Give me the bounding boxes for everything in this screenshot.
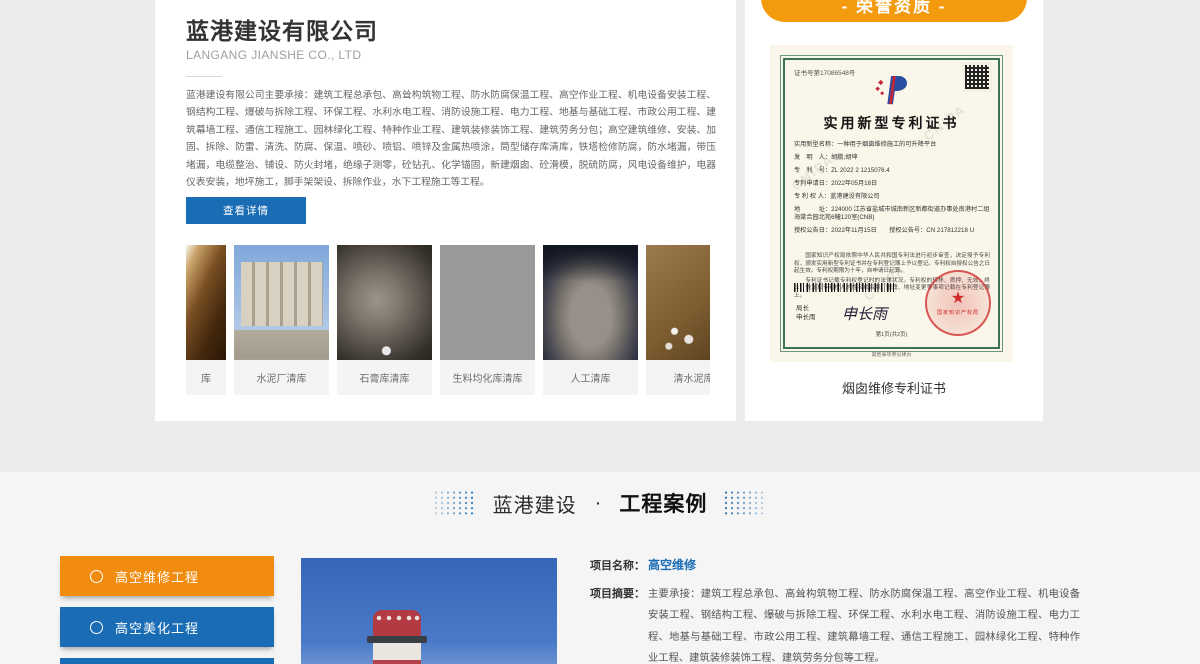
cnipa-logo-icon <box>873 75 911 110</box>
cert-field: 专利申请日：2022年05月18日 <box>794 180 990 188</box>
divider <box>186 76 222 77</box>
carousel-item[interactable]: 人工清库 <box>543 245 638 395</box>
project-carousel: 库 水泥厂清库 石膏库清库 生料均化库清库 人工清库 <box>186 245 710 395</box>
section-heading: 蓝港建设 · 工程案例 <box>0 488 1200 518</box>
carousel-caption: 清水泥库 <box>646 360 710 395</box>
carousel-item[interactable]: 清水泥库 <box>646 245 710 395</box>
chimney-white-band <box>373 643 421 660</box>
chimney-red-band <box>373 660 421 664</box>
dots-decoration-left-icon <box>433 490 477 516</box>
case-info: 项目名称： 高空维修 项目摘要： 主要承接：建筑工程总承包、高耸构筑物工程、防水… <box>590 556 1156 664</box>
cert-field: 专 利 权 人：蓝港建设有限公司 <box>794 193 990 201</box>
page: 蓝港建设有限公司 LANGANG JIANSHE CO., LTD 蓝港建设有限… <box>0 0 1200 664</box>
carousel-caption: 生料均化库清库 <box>440 360 535 395</box>
carousel-caption: 库 <box>186 360 226 395</box>
carousel-item[interactable]: 水泥厂清库 <box>234 245 329 395</box>
company-title: 蓝港建设有限公司 <box>186 12 378 46</box>
chimney-platform-ring <box>367 636 427 643</box>
carousel-item[interactable]: 生料均化库清库 <box>440 245 535 395</box>
tab-third-partial[interactable] <box>60 658 274 664</box>
project-name-row: 项目名称： 高空维修 <box>590 556 1156 573</box>
certificate-number: 证书号第17086548号 <box>794 67 855 77</box>
patent-certificate-image[interactable]: CNIPA CNIPA CNIPA 证书号第17086548号 实用新型专利证书… <box>770 45 1013 362</box>
project-name-label: 项目名称： <box>590 557 648 573</box>
case-chimney-photo[interactable] <box>301 558 557 664</box>
tab-high-altitude-repair[interactable]: 高空维修工程 <box>60 556 274 596</box>
honor-qualification-button[interactable]: - 荣誉资质 - <box>761 0 1027 22</box>
heading-cases: 工程案例 <box>619 488 707 518</box>
project-cases-section: 蓝港建设 · 工程案例 高空维修工程 高空美化工程 <box>0 472 1200 664</box>
cert-field: 地 址：224000 江苏省盐城市城南新区新都街道办事处南港村二组海棠合园北苑6… <box>794 206 990 222</box>
manual-cleaning-image <box>543 245 638 360</box>
radio-circle-icon <box>90 570 103 583</box>
director-block: 局长 申长雨 <box>796 304 816 322</box>
gypsum-silo-image <box>337 245 432 360</box>
qr-code-icon <box>965 65 989 89</box>
carousel-caption: 石膏库清库 <box>337 360 432 395</box>
certificate-page-number: 第1页(共2页) <box>770 330 1013 338</box>
chimney-cap <box>373 610 421 636</box>
view-details-button[interactable]: 查看详情 <box>186 197 306 224</box>
tab-label: 高空维修工程 <box>115 567 199 586</box>
heading-company: 蓝港建设 <box>493 489 577 518</box>
heading-separator: · <box>595 492 602 515</box>
cement-plant-image <box>234 245 329 360</box>
project-summary-label: 项目摘要： <box>590 589 648 600</box>
cement-silo-image <box>646 245 710 360</box>
director-label: 局长 <box>796 304 816 313</box>
project-summary-row: 项目摘要： 主要承接：建筑工程总承包、高耸构筑物工程、防水防腐保温工程、高空作业… <box>590 589 1156 664</box>
official-seal-icon: ★ 国家知识产权局 <box>925 270 991 336</box>
tab-label: 高空美化工程 <box>115 618 199 637</box>
company-subtitle: LANGANG JIANSHE CO., LTD <box>186 48 361 62</box>
certificate-title: 实用新型专利证书 <box>770 113 1013 133</box>
cert-field: 发 明 人：胡鹏;胡坤 <box>794 154 990 162</box>
cert-field: 专 利 号：ZL 2022 2 1215076.4 <box>794 167 990 175</box>
carousel-item[interactable]: 石膏库清库 <box>337 245 432 395</box>
carousel-caption: 人工清库 <box>543 360 638 395</box>
case-category-tabs: 高空维修工程 高空美化工程 <box>60 556 274 664</box>
carousel-item[interactable]: 库 <box>186 245 226 395</box>
project-name-link[interactable]: 高空维修 <box>648 556 696 573</box>
project-summary-text: 主要承接：建筑工程总承包、高耸构筑物工程、防水防腐保温工程、高空作业工程、机电设… <box>648 584 1080 664</box>
dots-decoration-right-icon <box>723 490 767 516</box>
company-description: 蓝港建设有限公司主要承接：建筑工程总承包、高耸构筑物工程、防水防腐保温工程、高空… <box>186 87 716 191</box>
director-name: 申长雨 <box>796 313 816 322</box>
certificate-fields: 实用新型名称：一种用于烟囱维修施工的可升降平台 发 明 人：胡鹏;胡坤 专 利 … <box>794 141 990 240</box>
honor-panel: - 荣誉资质 - CNIPA CNIPA CNIPA 证书号第17086548号… <box>745 0 1043 421</box>
director-signature: 申长雨 <box>842 303 887 324</box>
carousel-track: 库 水泥厂清库 石膏库清库 生料均化库清库 人工清库 <box>186 245 710 395</box>
barcode-icon <box>794 283 894 292</box>
certificate-note: 其他事项参见续页 <box>770 351 1013 358</box>
radio-circle-icon <box>90 621 103 634</box>
silo-interior-image <box>186 245 226 360</box>
chimney-illustration <box>373 610 421 664</box>
cert-field: 实用新型名称：一种用于烟囱维修施工的可升降平台 <box>794 141 990 149</box>
homogenizing-silo-image <box>440 245 535 360</box>
company-intro-panel: 蓝港建设有限公司 LANGANG JIANSHE CO., LTD 蓝港建设有限… <box>155 0 736 421</box>
star-icon: ★ <box>951 291 965 307</box>
carousel-caption: 水泥厂清库 <box>234 360 329 395</box>
cert-field: 授权公告日：2022年11月15日 授权公告号：CN 217812218 U <box>794 227 990 235</box>
certificate-caption: 烟囱维修专利证书 <box>745 378 1043 397</box>
seal-text: 国家知识产权局 <box>937 309 979 316</box>
tab-high-altitude-beautify[interactable]: 高空美化工程 <box>60 607 274 647</box>
